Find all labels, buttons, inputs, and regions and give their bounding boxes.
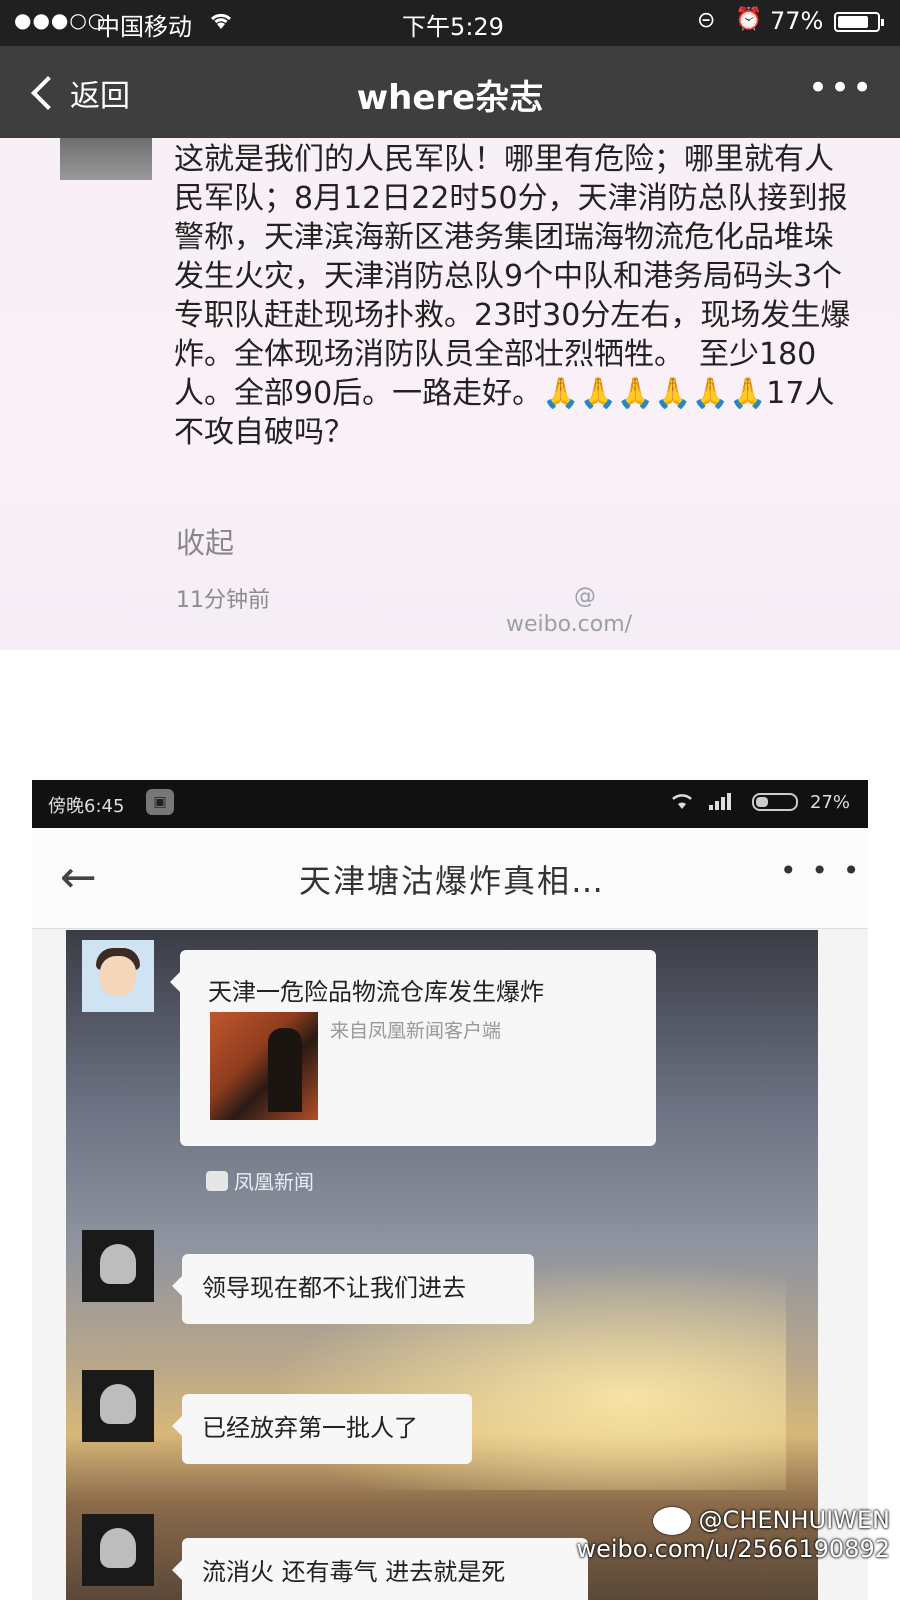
chevron-left-icon <box>31 76 65 110</box>
more-options-icon[interactable]: • • • <box>780 854 862 887</box>
chat-message-text: 已经放弃第一批人了 <box>202 1414 418 1442</box>
carrier-name: 中国移动 <box>96 13 192 41</box>
clock: 下午5:29 <box>402 13 504 41</box>
news-title: 天津一危险品物流仓库发生爆炸 <box>208 978 544 1006</box>
watermark-handle: @CHENHUIWEN <box>698 1506 890 1534</box>
news-share-bubble[interactable]: 天津一危险品物流仓库发生爆炸 来自凤凰新闻客户端 <box>170 950 656 1146</box>
post-time: 11分钟前 <box>176 588 270 613</box>
chat-message: 领导现在都不让我们进去 <box>172 1254 534 1324</box>
news-thumbnail <box>210 1012 318 1120</box>
avatar <box>82 1370 154 1442</box>
status-bar: ●●●○○ 中国移动 下午5:29 ⊝ ⏰ 77% <box>0 0 900 46</box>
back-arrow-icon[interactable]: ← <box>60 852 97 903</box>
signal-strength-icon: ●●●○○ <box>14 8 107 32</box>
embedded-battery-percent: 27% <box>810 792 851 813</box>
embedded-status-bar: 傍晚6:45 ▣ 27% <box>32 780 868 828</box>
app-tag-icon <box>206 1170 228 1191</box>
back-button[interactable]: 返回 <box>28 68 130 118</box>
alarm-icon: ⏰ <box>735 7 763 32</box>
chat-message-text: 领导现在都不让我们进去 <box>202 1274 466 1302</box>
embedded-header: ← 天津塘沽爆炸真相… • • • <box>32 828 868 929</box>
back-label: 返回 <box>70 79 130 114</box>
app-notification-icon: ▣ <box>146 789 174 815</box>
avatar <box>82 1230 154 1302</box>
post-text: 这就是我们的人民军队！哪里有危险；哪里就有人民军队；8月12日22时50分，天津… <box>174 142 851 450</box>
image-watermark: @ <box>574 584 596 609</box>
avatar <box>60 138 152 180</box>
embedded-title: 天津塘沽爆炸真相… <box>298 862 605 900</box>
chat-message: 已经放弃第一批人了 <box>172 1394 472 1464</box>
image-watermark-url: weibo.com/ <box>506 612 633 637</box>
navigation-bar: 返回 where杂志 ••• <box>0 46 900 138</box>
chat-message-text: 流消火 还有毒气 进去就是死 <box>202 1558 506 1586</box>
battery-icon <box>752 793 798 811</box>
avatar <box>82 940 154 1012</box>
battery-icon <box>834 12 884 32</box>
signal-strength-icon <box>708 791 734 816</box>
wifi-icon <box>670 791 694 816</box>
chat-screenshot-image: 傍晚6:45 ▣ 27% ← 天津塘沽爆炸真相… • • • 天津一危险品物流仓… <box>32 780 868 1600</box>
collapse-link[interactable]: 收起 <box>176 520 234 562</box>
orientation-lock-icon: ⊝ <box>697 8 716 33</box>
app-tag-label: 凤凰新闻 <box>234 1170 314 1194</box>
weibo-post-image: 这就是我们的人民军队！哪里有危险；哪里就有人民军队；8月12日22时50分，天津… <box>0 138 900 650</box>
embedded-clock: 傍晚6:45 <box>48 796 125 817</box>
wifi-icon <box>208 9 234 37</box>
app-tag: 凤凰新闻 <box>206 1166 314 1195</box>
more-options-button[interactable]: ••• <box>808 68 874 108</box>
chat-message: 流消火 还有毒气 进去就是死 <box>172 1538 588 1600</box>
avatar <box>82 1514 154 1586</box>
weibo-logo-icon <box>652 1507 691 1535</box>
news-source: 来自凤凰新闻客户端 <box>330 1020 502 1042</box>
page-title: where杂志 <box>356 78 544 118</box>
weibo-watermark: @CHENHUIWEN weibo.com/u/2566190892 <box>574 1506 890 1563</box>
battery-percent: 77% <box>770 7 824 35</box>
watermark-url: weibo.com/u/2566190892 <box>576 1535 890 1563</box>
chat-area: 天津一危险品物流仓库发生爆炸 来自凤凰新闻客户端 凤凰新闻 领导现在都不让我们进… <box>66 930 818 1600</box>
